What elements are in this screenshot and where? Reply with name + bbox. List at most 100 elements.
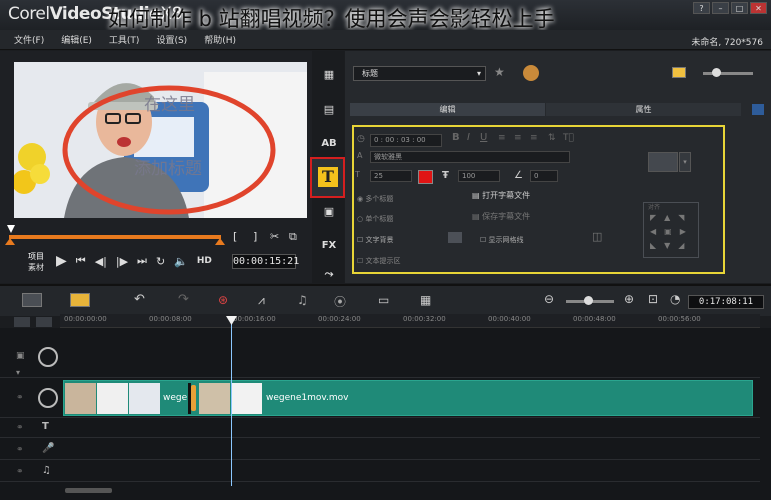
options-color-icon[interactable] — [672, 67, 686, 78]
menu-item-file[interactable]: 文件(F) — [14, 33, 44, 46]
chapter-icon[interactable] — [36, 317, 52, 327]
italic-icon[interactable]: I — [467, 132, 470, 143]
text-bg-settings-icon[interactable] — [448, 232, 462, 243]
video-preview[interactable]: 在这里 添加标题 — [14, 62, 307, 218]
duration-field[interactable]: 0 : 00 : 03 : 00 — [370, 134, 442, 147]
border-dropdown-icon[interactable]: ▾ — [679, 152, 691, 172]
open-subtitle-button[interactable]: ▤ 打开字幕文件 — [472, 190, 530, 201]
transition-marker[interactable] — [191, 385, 196, 411]
title-button[interactable]: T — [310, 157, 345, 198]
path-icon[interactable]: ⤳ — [318, 265, 340, 283]
trim-start-handle[interactable] — [5, 238, 15, 245]
volume-icon[interactable]: 🔈 — [174, 255, 188, 268]
preview-timecode[interactable]: 00:00:15:21 — [232, 254, 299, 269]
prev-frame-icon[interactable]: ◀| — [95, 255, 107, 268]
media-icon[interactable]: ▦ — [318, 65, 340, 83]
storyboard-view-icon[interactable] — [22, 293, 42, 307]
zoom-out-icon[interactable]: ⊖ — [544, 292, 554, 306]
music-track-icon[interactable]: ♫ — [42, 465, 51, 476]
overlay-link-icon[interactable]: ⚭ — [16, 393, 24, 403]
menu-item-edit[interactable]: 编辑(E) — [61, 33, 92, 46]
options-slider-track[interactable] — [703, 72, 753, 75]
bold-icon[interactable]: B — [452, 132, 460, 143]
font-size-field[interactable]: 25 — [370, 170, 412, 182]
play-icon[interactable]: ▶ — [56, 253, 67, 269]
options-slider-knob[interactable] — [712, 68, 721, 77]
title-style-select[interactable]: 标题 ▾ — [353, 66, 486, 81]
voice-track-icon[interactable]: 🎤 — [42, 443, 54, 454]
redo-icon[interactable]: ↷ — [178, 292, 189, 307]
record-icon[interactable]: ⊛ — [218, 293, 228, 307]
mode-switch[interactable]: 项目 素材 — [28, 251, 44, 273]
music-link-icon[interactable]: ⚭ — [16, 467, 24, 477]
undo-icon[interactable]: ↶ — [134, 292, 145, 307]
end-icon[interactable]: ⏭ — [137, 254, 147, 268]
text-hint-option[interactable]: ☐ 文本提示区 — [357, 256, 401, 266]
show-grid-option[interactable]: ☐ 显示网格线 — [480, 235, 524, 245]
text-orient-icon[interactable]: T⃞ — [563, 133, 574, 143]
tab-edit[interactable]: 编辑 — [350, 103, 545, 116]
trim-end-handle[interactable] — [215, 238, 225, 245]
font-select[interactable]: 微软雅黑 — [370, 151, 570, 163]
alignment-arrows[interactable]: ◤▲◥ ◀▣▶ ◣▼◢ — [650, 211, 694, 253]
align-center-icon[interactable]: ≡ — [514, 133, 522, 143]
help-button[interactable]: ? — [693, 2, 710, 14]
grid-settings-icon[interactable]: ◫ — [592, 230, 602, 243]
transition-icon[interactable]: AB — [318, 134, 340, 152]
multi-title-option[interactable]: ◉ 多个标题 — [357, 194, 393, 204]
options-round-icon[interactable] — [523, 65, 539, 81]
line-spacing-field[interactable]: 100 — [458, 170, 500, 182]
font-color-swatch[interactable] — [418, 170, 433, 184]
panel-expand-icon[interactable] — [752, 104, 764, 115]
home-icon[interactable]: ⏮ — [76, 254, 86, 268]
mark-out-button[interactable]: ] — [253, 230, 257, 243]
angle-field[interactable]: 0 — [530, 170, 558, 182]
video-track-icon[interactable] — [38, 347, 58, 367]
subtitle-editor-icon[interactable]: ▭ — [378, 293, 389, 307]
next-frame-icon[interactable]: |▶ — [116, 255, 128, 268]
underline-icon[interactable]: U — [480, 132, 487, 143]
audio-mixer-icon[interactable]: ⩘ — [258, 293, 265, 308]
motion-tracking-icon[interactable]: ⦿ — [334, 293, 346, 310]
menu-item-settings[interactable]: 设置(S) — [156, 33, 187, 46]
filter-icon[interactable]: FX — [318, 236, 340, 254]
single-title-option[interactable]: ○ 单个标题 — [357, 214, 393, 224]
maximize-button[interactable]: □ — [731, 2, 748, 14]
timeline-ruler[interactable]: 00:00:00:00 00:00:08:00 00:00:16:00 00:0… — [60, 314, 760, 328]
mode-project-label[interactable]: 项目 — [28, 251, 44, 262]
mark-in-button[interactable]: [ — [233, 230, 237, 243]
zoom-slider-knob[interactable] — [584, 296, 593, 305]
track-manager-icon[interactable] — [14, 317, 30, 327]
track-expand-icon[interactable]: ▾ — [16, 368, 20, 377]
text-background-option[interactable]: ☐ 文字背景 — [357, 235, 394, 245]
timeline-scrollbar[interactable] — [65, 488, 112, 493]
mode-clip-label[interactable]: 素材 — [28, 262, 44, 273]
voice-link-icon[interactable]: ⚭ — [16, 445, 24, 455]
border-preview[interactable] — [648, 152, 678, 172]
title-link-icon[interactable]: ⚭ — [16, 423, 24, 433]
zoom-in-icon[interactable]: ⊕ — [624, 292, 634, 306]
fit-project-icon[interactable]: ⊡ — [648, 292, 658, 306]
track-toggle-icon[interactable]: ▣ — [16, 351, 25, 361]
minimize-button[interactable]: – — [712, 2, 729, 14]
favorite-star-icon[interactable]: ★ — [494, 65, 505, 79]
instant-project-icon[interactable]: ▤ — [318, 100, 340, 118]
menu-item-help[interactable]: 帮助(H) — [204, 33, 236, 46]
tab-attributes[interactable]: 属性 — [546, 103, 741, 116]
scissors-icon[interactable]: ✂ — [270, 230, 279, 243]
graphic-icon[interactable]: ▣ — [318, 202, 340, 220]
align-right-icon[interactable]: ≡ — [530, 133, 538, 143]
multi-camera-icon[interactable]: ▦ — [420, 293, 431, 307]
timeline-timecode[interactable]: 0:17:08:11 — [688, 295, 764, 309]
save-subtitle-button[interactable]: ▤ 保存字幕文件 — [472, 211, 530, 222]
repeat-icon[interactable]: ↻ — [156, 255, 165, 268]
text-direction-icon[interactable]: ⇅ — [548, 133, 556, 143]
timeline-view-icon[interactable] — [70, 293, 90, 307]
overlay-track-icon[interactable] — [38, 388, 58, 408]
title-track-icon[interactable]: T — [42, 421, 49, 432]
align-left-icon[interactable]: ≡ — [498, 133, 506, 143]
auto-music-icon[interactable]: ♫ — [297, 293, 308, 307]
close-button[interactable]: ✕ — [750, 2, 767, 14]
playhead[interactable] — [231, 320, 232, 486]
hd-button[interactable]: HD — [197, 256, 212, 266]
